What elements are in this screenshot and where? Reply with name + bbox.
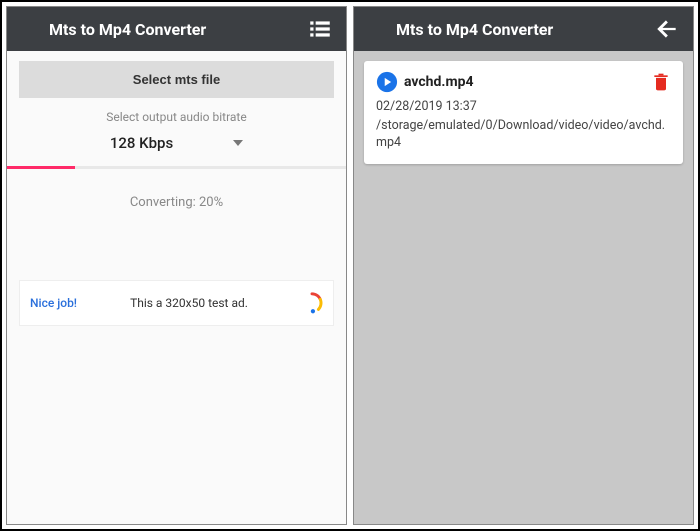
ad-nice-label: Nice job! [30,296,77,310]
ad-logo-icon [301,292,323,314]
content-left: Select mts file Select output audio bitr… [7,51,346,524]
header-left: Mts to Mp4 Converter [7,7,346,51]
bitrate-dropdown[interactable]: 128 Kbps [19,134,334,162]
back-icon[interactable] [653,15,681,43]
ad-banner[interactable]: Nice job! This a 320x50 test ad. [19,280,334,326]
file-card: avchd.mp4 02/28/2019 13:37 /storage/emul… [364,61,683,164]
chevron-down-icon [233,140,243,146]
progress-fill [7,166,75,169]
bitrate-value: 128 Kbps [110,134,173,152]
header-right: Mts to Mp4 Converter [354,7,693,51]
select-file-button[interactable]: Select mts file [19,61,334,98]
file-name: avchd.mp4 [404,74,645,90]
file-path: /storage/emulated/0/Download/video/video… [376,118,671,152]
converting-status: Converting: 20% [19,195,334,210]
ad-text: This a 320x50 test ad. [93,296,285,310]
trash-icon[interactable] [651,71,671,93]
list-icon[interactable] [306,15,334,43]
screen-main: Mts to Mp4 Converter Select mts file Sel… [6,6,347,525]
progress-bar [7,166,346,169]
app-title: Mts to Mp4 Converter [19,20,306,39]
app-title: Mts to Mp4 Converter [366,20,653,39]
play-icon[interactable] [376,71,398,93]
file-row: avchd.mp4 [376,71,671,93]
file-date: 02/28/2019 13:37 [376,99,671,114]
bitrate-label: Select output audio bitrate [19,110,334,124]
screen-files: Mts to Mp4 Converter avchd.mp4 [353,6,694,525]
